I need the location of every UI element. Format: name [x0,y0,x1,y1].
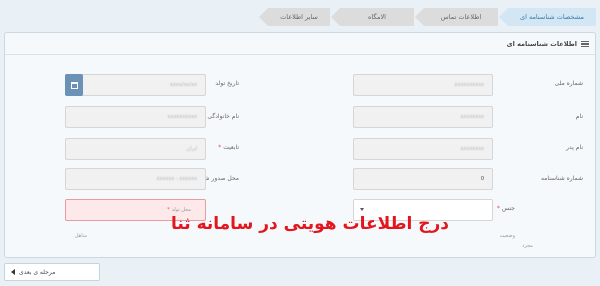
panel-title: اطلاعات شناسنامه ای [506,39,577,48]
birth-date-field[interactable]: xxxx/xx/xx [81,74,206,96]
tab-label: اطلاعات تماس [440,13,482,21]
tab-identity-info[interactable]: مشخصات شناسنامه ای [499,8,596,26]
required-mark: * [167,207,170,213]
marital-status-label: وضعیت [499,233,516,239]
id-number-select[interactable]: 0 [353,168,493,190]
list-icon [581,40,589,47]
last-name-label: نام خانوادگی [207,113,239,120]
birth-date-label: تاریخ تولد [215,80,239,87]
nationality-select[interactable]: ایران [65,138,206,160]
gender-label: جنس* [497,205,515,212]
required-mark: * [218,144,222,151]
step-tabs: مشخصات شناسنامه ای اطلاعات تماس الامگاه … [0,8,596,26]
national-code-value: xxxxxxxxxx [454,82,484,88]
father-name-label: نام پدر [566,144,583,151]
gender-label-text: جنس [501,205,515,212]
nationality-label-text: تابعیت [223,144,239,151]
father-name-value: xxxxxxxx [460,146,484,152]
last-name-value: xxxxxxxxxx [167,114,197,120]
tab-label: مشخصات شناسنامه ای [520,13,584,21]
calendar-button[interactable] [65,74,83,96]
issue-place-value: xxxxxx - xxxxxx [156,176,198,182]
first-name-label: نام [575,113,583,120]
overlay-caption: درج اطلاعات هویتی در سامانه ثنا [170,214,450,234]
tab-label: سایر اطلاعات [280,13,318,21]
tab-contact-info[interactable]: اطلاعات تماس [415,8,498,26]
marital-option-single[interactable]: مجرد [522,243,533,249]
next-step-button[interactable]: مرحله ی بعدی [4,263,100,281]
birth-place-label: محل تولد* [167,207,191,213]
father-name-field[interactable]: xxxxxxxx [353,138,493,160]
tab-other-info[interactable]: سایر اطلاعات [259,8,330,26]
id-number-label: شماره شناسنامه [540,175,583,182]
calendar-icon [70,81,78,89]
required-mark: * [496,205,500,212]
nationality-label: تابعیت* [218,144,239,151]
next-step-label: مرحله ی بعدی [19,268,56,276]
birth-place-label-text: محل تولد [171,207,191,213]
birth-date-value: xxxx/xx/xx [169,82,197,88]
arrow-left-icon [11,269,15,275]
tab-label: الامگاه [368,13,386,21]
panel-header: اطلاعات شناسنامه ای [5,33,595,55]
first-name-field[interactable]: xxxxxxxx [353,106,493,128]
id-number-value: 0 [480,176,484,182]
issue-place-select[interactable]: xxxxxx - xxxxxx [65,168,206,190]
national-code-field[interactable]: xxxxxxxxxx [353,74,493,96]
nationality-value: ایران [186,146,197,152]
chevron-down-icon [360,208,364,211]
last-name-field[interactable]: xxxxxxxxxx [65,106,206,128]
marital-option-married[interactable]: متاهل [75,233,87,239]
tab-residence[interactable]: الامگاه [331,8,414,26]
national-code-label: شماره ملی [554,80,583,87]
first-name-value: xxxxxxxx [460,114,484,120]
